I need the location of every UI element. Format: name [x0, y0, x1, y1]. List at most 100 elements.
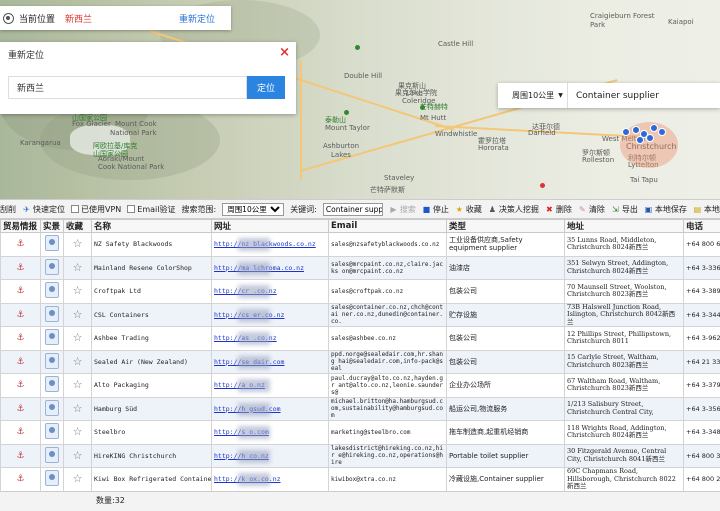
redaction-blur	[238, 261, 270, 275]
column-header[interactable]: 电话	[683, 219, 720, 233]
favorite-star-icon[interactable]: ☆	[63, 255, 92, 280]
trade-intel-icon[interactable]: ⚓	[0, 396, 41, 421]
street-view-button[interactable]	[40, 232, 64, 257]
street-view-icon	[45, 329, 59, 346]
vpn-label: 已使用VPN	[81, 204, 122, 214]
table-header: 贸易情报 实景 收藏 名称 网址 Email 类型 地址 电话	[0, 219, 720, 233]
redaction-blur	[238, 285, 270, 298]
table-row[interactable]: ⚓ ☆Steelbrohttp://s o.commarketing@steelb…	[0, 420, 720, 445]
table-row[interactable]: ⚓ ☆Croftpak Ltdhttp://cr .co.nzsales@crof…	[0, 279, 720, 304]
stop-button[interactable]: ■ 停止	[422, 204, 449, 215]
favorite-star-icon[interactable]: ☆	[63, 396, 92, 421]
table-row[interactable]: ⚓ ☆Ashbee Tradinghttp://as .co.nzsales@as…	[0, 326, 720, 351]
map-place-label: Park	[590, 21, 606, 29]
column-header[interactable]: Email	[328, 219, 447, 233]
column-header[interactable]: 网址	[211, 219, 329, 233]
trade-intel-icon[interactable]: ⚓	[0, 420, 41, 445]
search-button[interactable]: ▶ 搜索	[389, 204, 416, 215]
redaction-blur	[238, 449, 270, 463]
map-search-box: 周围10公里 ▼ Container supplier	[498, 83, 720, 108]
favorite-star-icon[interactable]: ☆	[63, 302, 92, 327]
street-view-button[interactable]	[40, 373, 64, 398]
street-view-button[interactable]	[40, 443, 64, 468]
street-view-button[interactable]	[40, 349, 64, 374]
street-view-button[interactable]	[40, 302, 64, 327]
delete-button[interactable]: ✖ 删除	[545, 204, 572, 215]
type-cell: 船运公司,物流服务	[446, 396, 565, 421]
column-header[interactable]: 地址	[564, 219, 684, 233]
keyword-field[interactable]: Container supplier	[568, 91, 659, 101]
street-view-button[interactable]	[40, 420, 64, 445]
company-name: Steelbro	[91, 420, 212, 445]
favorite-button[interactable]: ★ 收藏	[455, 204, 482, 215]
table-row[interactable]: ⚓ ☆ Mainland Resene ColorShop http://ma lch…	[0, 255, 720, 280]
decision-mine-button[interactable]: ♟ 决策人挖掘	[488, 204, 539, 215]
open-local-label: 本地打开	[703, 204, 720, 214]
pin-icon: ✈	[23, 204, 30, 214]
export-icon: ⇲	[612, 204, 619, 214]
quick-locate-button[interactable]: ✈ 快速定位	[22, 204, 65, 215]
search-range-select[interactable]: 周围10公里	[222, 202, 285, 216]
redaction-blur	[238, 426, 270, 439]
address-cell: 118 Wrights Road, Addington, Christchurc…	[564, 420, 684, 445]
table-row[interactable]: ⚓ ☆Hamburg Südhttp://h gsud.commichael.br…	[0, 396, 720, 421]
column-header[interactable]: 类型	[446, 219, 565, 233]
table-row[interactable]: ⚓ ☆ NZ Safety Blackwoods http://nz blackwoo…	[0, 232, 720, 257]
favorite-star-icon[interactable]: ☆	[63, 467, 92, 491]
clear-button[interactable]: ✎ 清除	[578, 204, 605, 215]
street-view-button[interactable]	[40, 279, 64, 304]
favorite-star-icon[interactable]: ☆	[63, 349, 92, 374]
trade-intel-icon[interactable]: ⚓	[0, 302, 41, 327]
trade-intel-icon[interactable]: ⚓	[0, 326, 41, 351]
company-name: NZ Safety Blackwoods	[91, 232, 212, 257]
column-header[interactable]: 贸易情报	[0, 219, 41, 233]
trade-intel-icon[interactable]: ⚓	[0, 232, 41, 257]
trade-intel-icon[interactable]: ⚓	[0, 279, 41, 304]
open-local-button[interactable]: ▤本地打开	[693, 204, 720, 215]
table-row[interactable]: ⚓ ☆Alto Packaginghttp://a o.nzpaul.ducray…	[0, 373, 720, 398]
people-icon: ♟	[488, 204, 496, 214]
street-view-button[interactable]	[40, 326, 64, 351]
trade-intel-icon[interactable]: ⚓	[0, 467, 41, 491]
range-select[interactable]: 周围10公里 ▼	[498, 83, 568, 108]
vpn-checkbox[interactable]: 已使用VPN	[71, 204, 121, 215]
table-row[interactable]: ⚓ ☆CSL Containershttp://cs er.co.nzsales@…	[0, 302, 720, 327]
close-icon[interactable]: ×	[279, 45, 290, 60]
trade-intel-icon[interactable]: ⚓	[0, 373, 41, 398]
eraser-icon: ✎	[579, 204, 586, 214]
trade-intel-icon[interactable]: ⚓	[0, 349, 41, 374]
map-view[interactable]: HanmerCraigieburn ForestParkCastle HillD…	[0, 0, 720, 199]
table-row[interactable]: ⚓ ☆HireKING Christchurchhttp://h co.nzlak…	[0, 443, 720, 468]
street-view-button[interactable]	[40, 255, 64, 280]
map-place-label: Lake	[406, 89, 423, 97]
status-bar: 数量:32	[0, 491, 720, 511]
favorite-star-icon[interactable]: ☆	[63, 420, 92, 445]
favorite-star-icon[interactable]: ☆	[63, 326, 92, 351]
location-input[interactable]	[8, 76, 247, 99]
table-row[interactable]: ⚓ ☆Sealed Air (New Zealand)http://se dair…	[0, 349, 720, 374]
redaction-blur	[238, 473, 270, 486]
trade-intel-icon[interactable]: ⚓	[0, 443, 41, 468]
phone-cell: +64 800 222	[683, 467, 720, 491]
phone-cell: +64 3-356	[683, 396, 720, 421]
favorite-star-icon[interactable]: ☆	[63, 443, 92, 468]
relocate-link[interactable]: 重新定位	[179, 12, 215, 25]
locate-button[interactable]: 定位	[247, 76, 285, 99]
favorite-star-icon[interactable]: ☆	[63, 232, 92, 257]
table-row[interactable]: ⚓ ☆Kiwi Box Refrigerated Container Hireht…	[0, 467, 720, 491]
keyword-input[interactable]	[322, 202, 383, 216]
export-button[interactable]: ⇲ 导出	[611, 204, 638, 215]
column-header[interactable]: 实景	[40, 219, 64, 233]
column-header[interactable]: 名称	[91, 219, 212, 233]
save-local-button[interactable]: ▣ 本地保存	[644, 204, 687, 215]
favorite-star-icon[interactable]: ☆	[63, 373, 92, 398]
trade-intel-icon[interactable]: ⚓	[0, 255, 41, 280]
email-verify-checkbox[interactable]: Email验证	[127, 204, 175, 215]
favorite-star-icon[interactable]: ☆	[63, 279, 92, 304]
address-cell: 67 Waltham Road, Waltham, Christchurch 8…	[564, 373, 684, 398]
street-view-button[interactable]	[40, 467, 64, 491]
column-header[interactable]: 收藏	[63, 219, 92, 233]
search-result-cluster[interactable]	[620, 122, 678, 168]
cut-button[interactable]: 刮削	[0, 204, 16, 215]
street-view-button[interactable]	[40, 396, 64, 421]
